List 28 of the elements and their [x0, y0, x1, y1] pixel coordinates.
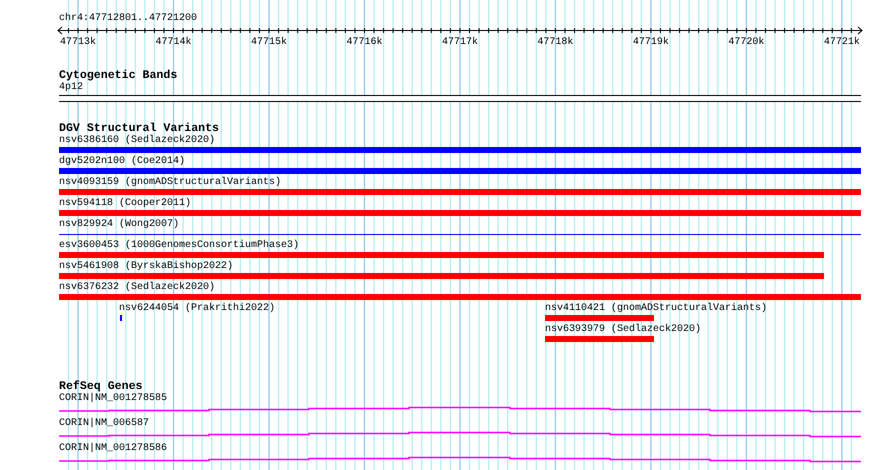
- variant-label: nsv5461908 (ByrskaBishop2022): [59, 261, 234, 273]
- position-label: chr4:47712801..47721200: [59, 13, 198, 25]
- tick-label: 47721k: [824, 37, 860, 48]
- track-title: RefSeq Genes: [59, 380, 142, 393]
- variant-label: nsv6393979 (Sedlazeck2020): [545, 324, 702, 336]
- variant-label: nsv4110421 (gnomADStructuralVariants): [545, 303, 768, 315]
- variant-label: nsv594118 (Cooper2011): [59, 198, 192, 210]
- band-label: 4p12: [59, 82, 84, 94]
- gene-label: CORIN|NM_001278585: [59, 393, 168, 405]
- tick-label: 47715k: [251, 37, 287, 48]
- tick-label: 47714k: [156, 37, 192, 48]
- tick-label: 47720k: [728, 37, 764, 48]
- variant-label: dgv5202n100 (Coe2014): [59, 156, 186, 168]
- tick-label: 47717k: [442, 37, 478, 48]
- tick-label: 47719k: [632, 37, 669, 48]
- track-title: DGV Structural Variants: [59, 122, 220, 135]
- tick-label: 47716k: [346, 37, 382, 48]
- track-title: Cytogenetic Bands: [59, 69, 178, 82]
- tick-label: 47713k: [60, 37, 96, 48]
- tick-label: 47718k: [537, 37, 574, 48]
- variant-label: esv3600453 (1000GenomesConsortiumPhase3): [59, 240, 300, 252]
- variant-label: nsv6386160 (Sedlazeck2020): [59, 135, 216, 147]
- variant-label: nsv6244054 (Prakrithi2022): [119, 303, 276, 315]
- gene-label: CORIN|NM_006587: [59, 418, 150, 430]
- variant-label: nsv4093159 (gnomADStructuralVariants): [59, 177, 282, 189]
- gene-label: CORIN|NM_001278586: [59, 443, 168, 455]
- variant-label: nsv829924 (Wong2007): [59, 219, 180, 231]
- variant-label: nsv6376232 (Sedlazeck2020): [59, 282, 216, 294]
